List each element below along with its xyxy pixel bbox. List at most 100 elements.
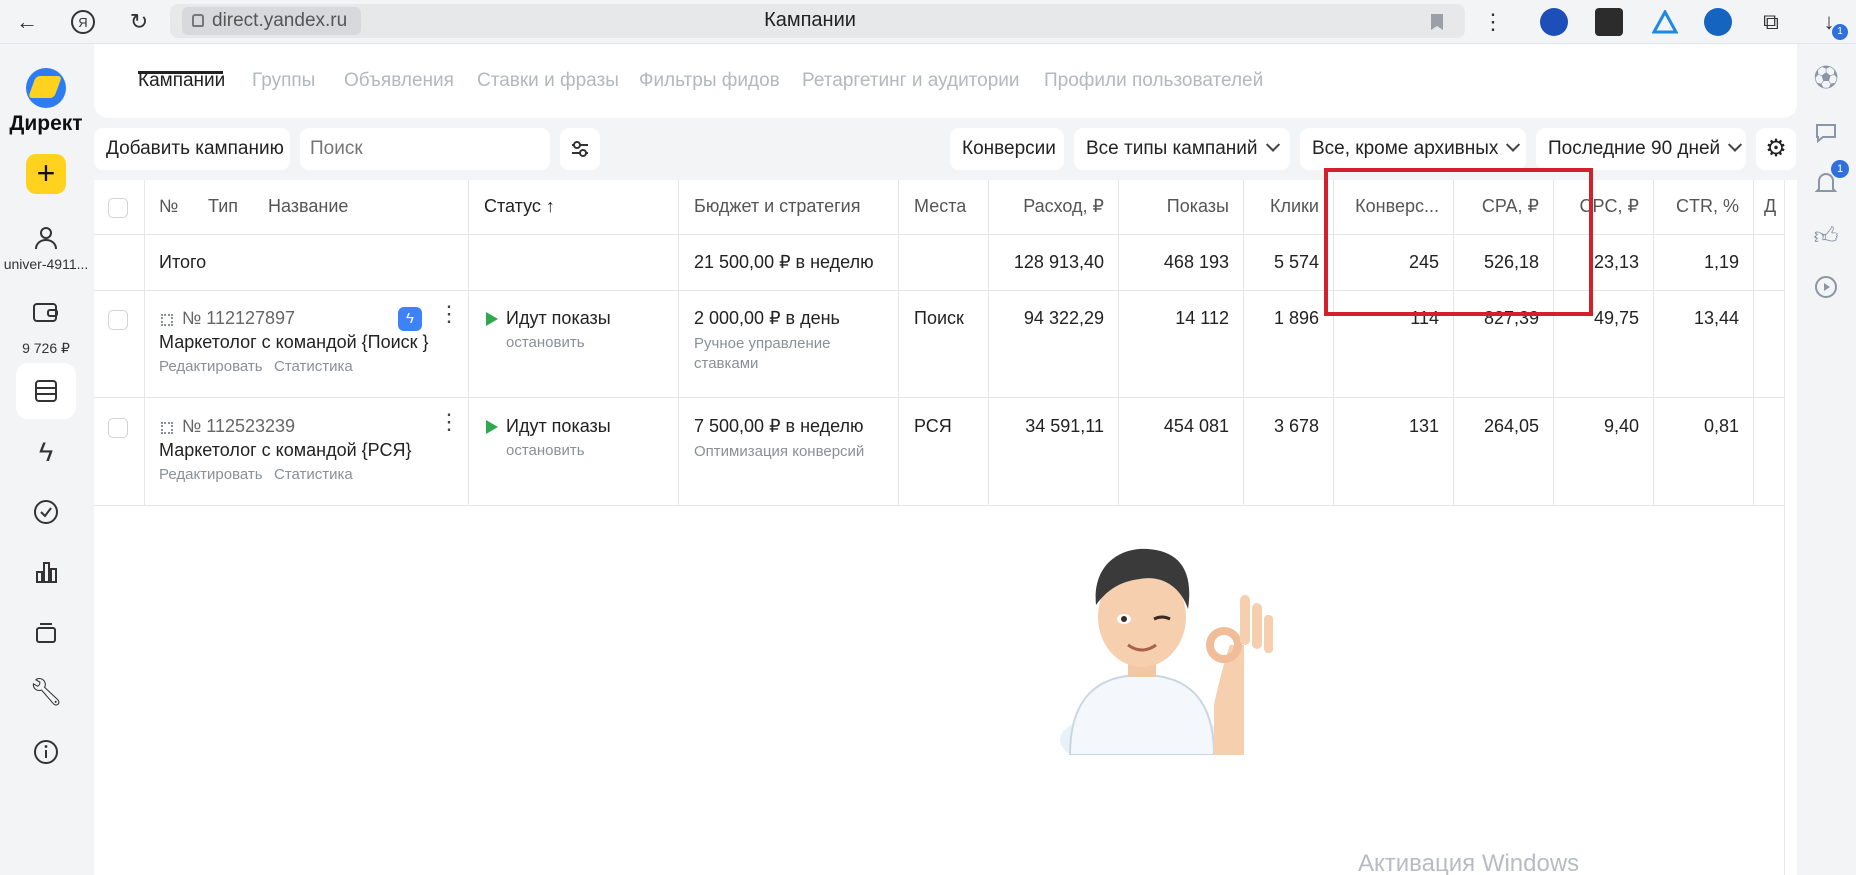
tab-groups[interactable]: Группы [252,70,315,92]
spend-value: 34 591,11 [1025,416,1104,436]
scrollbar-track[interactable] [1784,180,1785,875]
header-type[interactable]: Тип [208,196,238,217]
extension-video-icon[interactable] [1704,8,1732,36]
user-name[interactable]: univer-4911... [0,256,92,272]
filter-settings-button[interactable] [560,128,600,170]
column-divider [988,180,989,505]
tab-feed-filters[interactable]: Фильтры фидов [639,70,780,92]
campaign-name[interactable]: Маркетолог с командой {Поиск } [159,332,429,353]
page-title: Кампании [764,9,856,31]
column-divider [898,180,899,505]
yandex-browser-icon[interactable]: Я [68,7,98,37]
campaigns-table-icon[interactable] [26,373,66,409]
column-divider [1243,180,1244,505]
header-spend[interactable]: Расход, ₽ [988,196,1104,217]
settings-gear-icon[interactable]: ⚙ [1756,128,1796,170]
stop-link[interactable]: остановить [506,442,585,459]
wallet-icon[interactable] [26,294,66,330]
header-number[interactable]: № [159,196,178,217]
section-tabs: Кампании Группы Объявления Ставки и фраз… [94,44,1797,118]
info-icon[interactable] [26,734,66,770]
extension-triangle-icon[interactable] [1650,7,1680,37]
back-icon[interactable]: ← [12,7,42,37]
chevron-down-icon [1728,137,1743,152]
stop-link[interactable]: остановить [506,334,585,351]
header-budget[interactable]: Бюджет и стратегия [694,196,860,217]
header-clicks[interactable]: Клики [1243,196,1319,217]
search-input[interactable] [300,128,550,170]
more-vertical-icon[interactable]: ⋮ [1478,7,1508,37]
lightning-icon[interactable]: ϟ [26,434,66,470]
tab-user-profiles[interactable]: Профили пользователей [1044,70,1263,92]
tab-ads[interactable]: Объявления [344,70,454,92]
header-name[interactable]: Название [268,196,348,217]
right-sidebar: ⚽︎ 1 👍︎ [1797,44,1856,875]
extension-puzzle-icon[interactable]: ⧉ [1756,7,1786,37]
check-circle-icon[interactable] [26,494,66,530]
strategy-text: ставками [694,355,759,372]
places-value: РСЯ [914,416,952,436]
notifications-badge: 1 [1831,160,1849,178]
total-clicks: 5 574 [1273,252,1319,272]
balance-amount[interactable]: 9 726 ₽ [0,340,92,357]
add-campaign-button[interactable]: Добавить кампанию [94,128,290,170]
archive-icon[interactable] [26,614,66,650]
conversions-button[interactable]: Конверсии [950,128,1064,170]
period-dropdown[interactable]: Последние 90 дней [1536,128,1746,170]
tab-retargeting[interactable]: Ретаргетинг и аудитории [802,70,1020,92]
campaign-type-icon [161,422,173,434]
download-badge: 1 [1832,24,1848,40]
header-places[interactable]: Места [914,196,966,217]
football-icon[interactable]: ⚽︎ [1811,60,1841,92]
wrench-icon[interactable]: 🔧︎ [26,674,66,710]
edit-link[interactable]: Редактировать [159,358,263,375]
edit-link[interactable]: Редактировать [159,466,263,483]
extension-gear-icon[interactable] [1595,8,1623,36]
row-checkbox[interactable] [108,418,128,438]
cpa-value: 264,05 [1483,416,1539,436]
cpc-value: 9,40 [1603,416,1639,436]
bar-chart-icon[interactable] [26,554,66,590]
row-checkbox[interactable] [108,310,128,330]
lightning-icon[interactable]: ϟ [398,307,422,331]
clicks-value: 1 896 [1273,308,1319,328]
play-icon [486,420,498,434]
column-divider [468,180,469,505]
chevron-down-icon [1265,137,1280,152]
tab-bids-phrases[interactable]: Ставки и фразы [477,70,619,92]
period-label: Последние 90 дней [1548,138,1721,159]
campaign-name[interactable]: Маркетолог с командой {РСЯ} [159,440,411,461]
statistics-link[interactable]: Статистика [274,358,353,375]
create-button[interactable]: + [26,154,66,194]
column-divider [1753,180,1754,505]
thumbs-up-icon[interactable]: 👍︎ [1811,222,1841,252]
archive-filter-dropdown[interactable]: Все, кроме архивных [1300,128,1526,170]
highlight-frame [1324,168,1593,316]
direct-logo-icon[interactable] [26,68,66,108]
total-ctr: 1,19 [1703,252,1739,272]
header-status[interactable]: Статус ↑ [484,196,555,217]
header-ctr[interactable]: CTR, % [1653,196,1739,217]
campaign-id[interactable]: № 112523239 [182,416,295,437]
select-all-checkbox[interactable] [108,198,128,218]
header-impressions[interactable]: Показы [1118,196,1229,217]
more-vertical-icon[interactable]: ⋮ [438,303,460,325]
more-vertical-icon[interactable]: ⋮ [438,411,460,433]
url-chip[interactable]: direct.yandex.ru [182,7,362,35]
campaign-id[interactable]: № 112127897 [182,308,295,329]
extension-globe-icon[interactable] [1540,8,1568,36]
campaign-types-dropdown[interactable]: Все типы кампаний [1074,128,1290,170]
user-icon[interactable] [26,220,66,256]
header-extra[interactable]: Д [1764,196,1776,217]
bookmark-icon[interactable] [1422,7,1452,37]
play-circle-icon[interactable] [1811,272,1841,302]
impressions-value: 14 112 [1175,308,1229,328]
strategy-text: Оптимизация конверсий [694,443,865,460]
statistics-link[interactable]: Статистика [274,466,353,483]
budget-value: 2 000,00 ₽ в день [694,308,840,328]
total-label: Итого [159,252,207,272]
reload-icon[interactable]: ↻ [124,7,154,37]
sliders-icon [572,141,588,157]
chat-icon[interactable] [1811,118,1841,148]
lock-icon [192,14,204,27]
